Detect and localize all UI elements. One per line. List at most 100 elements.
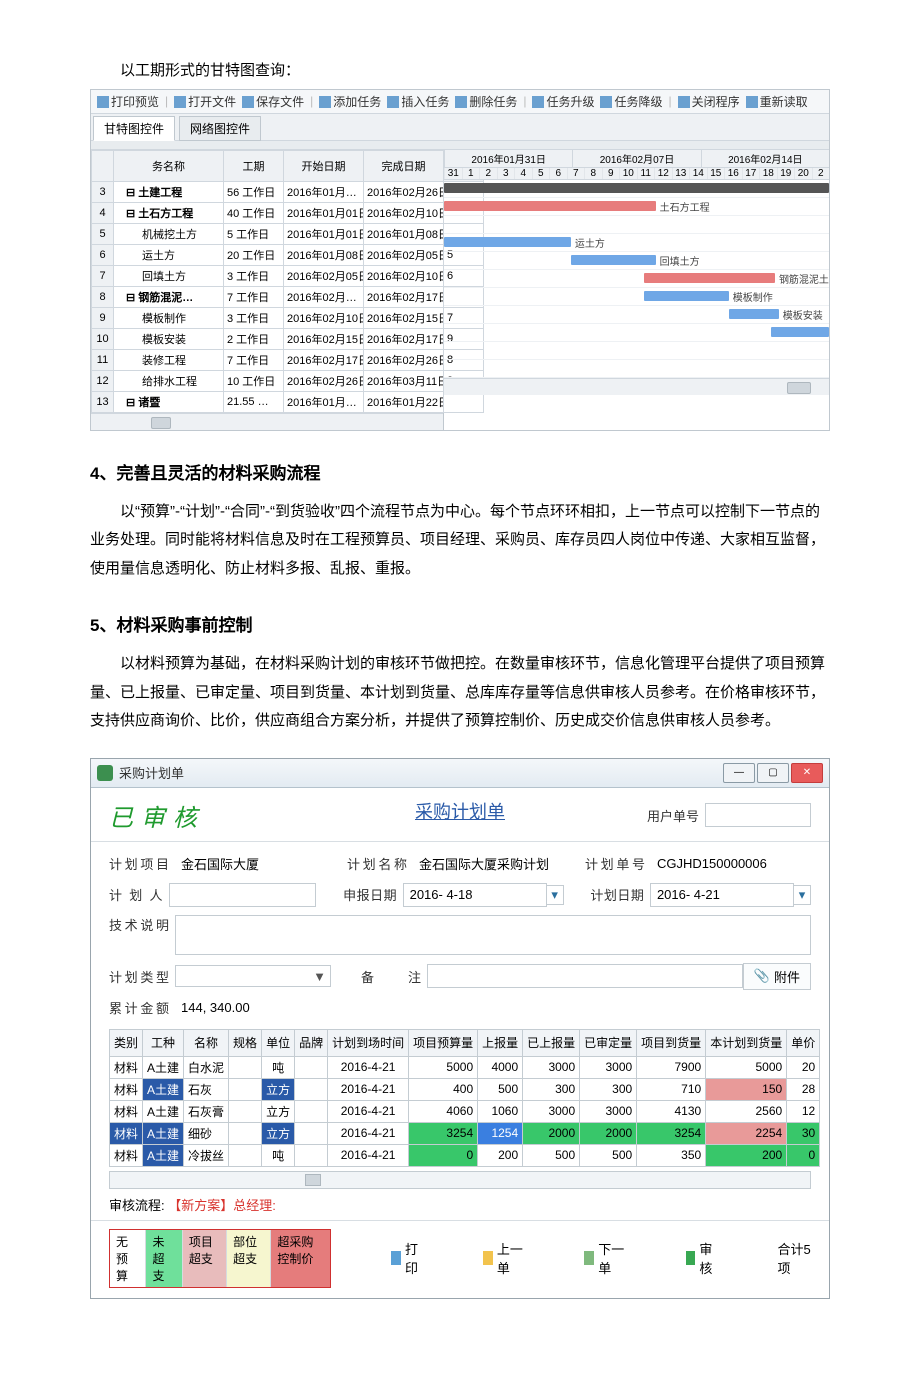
tech-notes[interactable] — [175, 915, 811, 955]
paperclip-icon: 📎 — [754, 968, 770, 984]
val-note[interactable] — [427, 964, 743, 988]
toolbar-item[interactable]: 任务降级 — [600, 93, 662, 110]
close-button[interactable]: ✕ — [791, 763, 823, 783]
toolbar-item[interactable]: 任务升级 — [532, 93, 594, 110]
intro-caption: 以工期形式的甘特图查询： — [120, 60, 830, 83]
toolbar-item[interactable]: 插入任务 — [387, 93, 449, 110]
gantt-row[interactable]: 5机械挖土方5 工作日2016年01月01日2016年01月08日 — [92, 223, 484, 244]
materials-table: 类别工种名称规格单位品牌计划到场时间项目预算量上报量已上报量已审定量项目到货量本… — [109, 1029, 820, 1167]
legend-item: 超采购控制价 — [271, 1230, 330, 1287]
col-header: 单价 — [787, 1029, 820, 1056]
lab-sbmdate: 申报日期 — [343, 885, 403, 904]
toolbar-item[interactable]: 打印预览 — [97, 93, 159, 110]
audit-value: 【新方案】总经理: — [168, 1198, 276, 1213]
gantt-row[interactable]: 11装修工程7 工作日2016年02月17日2016年02月26日8 — [92, 349, 484, 370]
app-logo-icon — [97, 765, 113, 781]
lab-planno: 计划单号 — [585, 854, 651, 873]
toolbar-item[interactable]: 重新读取 — [746, 93, 808, 110]
audit-label: 审核流程: — [109, 1198, 165, 1213]
gantt-row[interactable]: 13⊟ 诸暨21.55 …2016年01月…2016年01月22日 — [92, 391, 484, 412]
val-plandate[interactable]: 2016- 4-21 — [650, 883, 794, 907]
gantt-toolbar: 打印预览|打开文件保存文件|添加任务插入任务删除任务|任务升级任务降级|关闭程序… — [91, 90, 829, 114]
toolbar-item[interactable]: 打开文件 — [174, 93, 236, 110]
lab-person: 计 划 人 — [109, 885, 169, 904]
col-header: 工种 — [143, 1029, 184, 1056]
col-header: 规格 — [229, 1029, 262, 1056]
col-header: 本计划到货量 — [706, 1029, 787, 1056]
approve-button[interactable]: 审核 — [686, 1239, 718, 1277]
legend-item: 部位超支 — [227, 1230, 271, 1287]
toolbar-item[interactable]: 保存文件 — [242, 93, 304, 110]
toolbar-item[interactable]: 删除任务 — [455, 93, 517, 110]
table-row[interactable]: 材料A土建细砂立方2016-4-213254125420002000325422… — [110, 1122, 820, 1144]
col-header: 上报量 — [478, 1029, 523, 1056]
table-row[interactable]: 材料A土建冷拔丝吨2016-4-2102005005003502000 — [110, 1144, 820, 1166]
legend: 无预算未超支项目超支部位超支超采购控制价 — [109, 1229, 331, 1288]
calendar-icon[interactable]: ▾ — [793, 885, 811, 905]
check-icon — [686, 1251, 696, 1265]
val-project: 金石国际大厦 — [175, 852, 317, 875]
lab-note: 备 注 — [361, 967, 427, 986]
col-dur: 工期 — [224, 150, 284, 181]
tab-gantt[interactable]: 甘特图控件 — [93, 116, 175, 141]
attach-button[interactable]: 📎 附件 — [743, 963, 811, 990]
lab-type: 计划类型 — [109, 967, 175, 986]
gantt-row[interactable]: 8⊟ 钢筋混泥…7 工作日2016年02月…2016年02月17日 — [92, 286, 484, 307]
val-total: 144, 340.00 — [175, 998, 317, 1017]
val-planno: CGJHD150000006 — [651, 854, 793, 873]
col-header: 已审定量 — [580, 1029, 637, 1056]
table-row[interactable]: 材料A土建石灰立方2016-4-2140050030030071015028 — [110, 1078, 820, 1100]
plan-big-title: 采购计划单 — [91, 798, 829, 824]
gantt-right-scrollbar[interactable] — [444, 378, 829, 395]
gantt-task-table: 务名称 工期 开始日期 完成日期 前置任 3⊟ 土建工程56 工作日2016年0… — [91, 150, 484, 413]
col-header: 计划到场时间 — [328, 1029, 409, 1056]
toolbar-item[interactable]: 关闭程序 — [678, 93, 740, 110]
gantt-row[interactable]: 7回填土方3 工作日2016年02月05日2016年02月10日6 — [92, 265, 484, 286]
next-button[interactable]: 下一单 — [584, 1239, 625, 1277]
gantt-window: 打印预览|打开文件保存文件|添加任务插入任务删除任务|任务升级任务降级|关闭程序… — [90, 89, 830, 431]
val-person[interactable] — [169, 883, 317, 907]
section5-p1: 以材料预算为基础，在材料采购计划的审核环节做把控。在数量审核环节，信息化管理平台… — [90, 650, 830, 736]
gantt-row[interactable]: 9模板制作3 工作日2016年02月10日2016年02月15日7 — [92, 307, 484, 328]
col-header: 类别 — [110, 1029, 143, 1056]
val-sbmdate[interactable]: 2016- 4-18 — [403, 883, 547, 907]
col-name: 务名称 — [114, 150, 224, 181]
gantt-tabbar: 甘特图控件 网络图控件 — [91, 114, 829, 141]
table-row[interactable]: 材料A土建白水泥吨2016-4-215000400030003000790050… — [110, 1056, 820, 1078]
legend-item: 项目超支 — [183, 1230, 227, 1287]
gantt-row[interactable]: 12给排水工程10 工作日2016年02月26日2016年03月11日3 — [92, 370, 484, 391]
attach-label: 附件 — [774, 967, 800, 986]
print-icon — [391, 1251, 401, 1265]
col-start: 开始日期 — [284, 150, 364, 181]
gantt-row[interactable]: 3⊟ 土建工程56 工作日2016年01月…2016年02月26日 — [92, 181, 484, 202]
calendar-icon[interactable]: ▾ — [546, 885, 564, 905]
gantt-left-scrollbar[interactable] — [91, 413, 443, 430]
legend-item: 未超支 — [146, 1230, 182, 1287]
window-title: 采购计划单 — [119, 763, 184, 782]
toolbar-item[interactable]: 添加任务 — [319, 93, 381, 110]
lab-total: 累计金额 — [109, 998, 175, 1017]
purchase-plan-window: 采购计划单 — ▢ ✕ 已审核 采购计划单 用户单号 计划项目 金石国际大厦 — [90, 758, 830, 1299]
table-h-scrollbar[interactable] — [109, 1171, 811, 1189]
section4-p1: 以“预算”-“计划”-“合同”-“到货验收”四个流程节点为中心。每个节点环环相扣… — [90, 498, 830, 584]
gantt-row[interactable]: 6运土方20 工作日2016年01月08日2016年02月05日5 — [92, 244, 484, 265]
section4-title: 4、完善且灵活的材料采购流程 — [90, 459, 830, 484]
row-count: 合计5项 — [778, 1239, 811, 1277]
col-header: 名称 — [184, 1029, 229, 1056]
maximize-button[interactable]: ▢ — [757, 763, 789, 783]
minimize-button[interactable]: — — [723, 763, 755, 783]
print-button[interactable]: 打印 — [391, 1239, 423, 1277]
lab-planname: 计划名称 — [347, 854, 413, 873]
gantt-row[interactable]: 4⊟ 土石方工程40 工作日2016年01月01日2016年02月10日 — [92, 202, 484, 223]
gantt-row[interactable]: 10模板安装2 工作日2016年02月15日2016年02月17日9 — [92, 328, 484, 349]
section5-title: 5、材料采购事前控制 — [90, 611, 830, 636]
col-header: 单位 — [262, 1029, 295, 1056]
prev-icon — [483, 1251, 493, 1265]
legend-item: 无预算 — [110, 1230, 146, 1287]
tab-network[interactable]: 网络图控件 — [179, 116, 261, 141]
prev-button[interactable]: 上一单 — [483, 1239, 524, 1277]
type-dropdown[interactable]: ▼ — [175, 965, 331, 987]
col-end: 完成日期 — [364, 150, 444, 181]
table-row[interactable]: 材料A土建石灰膏立方2016-4-21406010603000300041302… — [110, 1100, 820, 1122]
val-planname: 金石国际大厦采购计划 — [413, 852, 555, 875]
